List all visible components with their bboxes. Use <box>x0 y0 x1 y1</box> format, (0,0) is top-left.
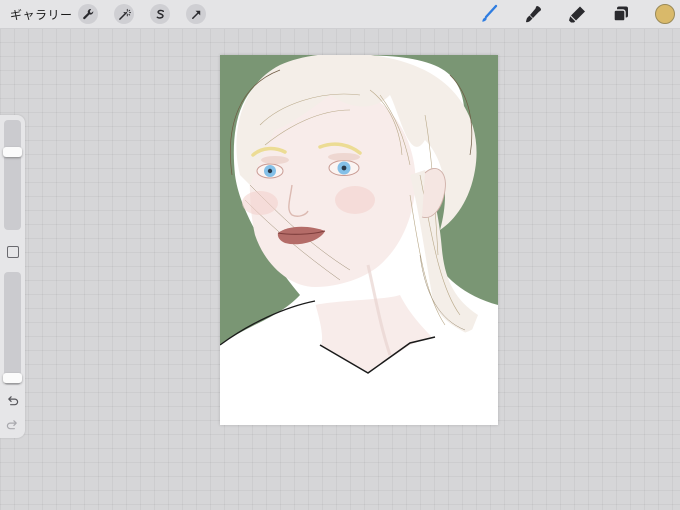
eraser-icon <box>569 6 585 23</box>
smudge-icon <box>526 6 541 23</box>
opacity-slider-handle[interactable] <box>3 372 22 383</box>
selection-button[interactable] <box>150 4 170 24</box>
layers-icon <box>613 6 628 22</box>
wrench-icon <box>82 8 93 19</box>
color-picker-button[interactable] <box>655 4 675 24</box>
redo-button[interactable] <box>6 418 19 431</box>
magic-wand-icon <box>118 8 131 20</box>
brush-icon <box>482 4 498 22</box>
drawing-canvas[interactable] <box>220 55 498 425</box>
undo-button[interactable] <box>6 394 19 407</box>
brush-size-slider-handle[interactable] <box>3 147 22 157</box>
actions-button[interactable] <box>78 4 98 24</box>
modify-button[interactable] <box>7 246 19 258</box>
top-toolbar: ギャラリー <box>0 0 680 29</box>
smudge-button[interactable] <box>523 3 545 25</box>
transform-arrow-icon <box>191 10 200 19</box>
transform-button[interactable] <box>186 4 206 24</box>
layers-button[interactable] <box>610 3 632 25</box>
eraser-button[interactable] <box>566 3 588 25</box>
left-sidebar <box>0 115 25 438</box>
opacity-slider[interactable] <box>4 272 21 385</box>
brush-size-slider[interactable] <box>4 120 21 230</box>
gallery-button[interactable]: ギャラリー <box>10 6 73 23</box>
artwork-portrait <box>220 55 498 425</box>
adjustments-button[interactable] <box>114 4 134 24</box>
brush-button[interactable] <box>478 3 500 25</box>
selection-icon <box>156 9 164 19</box>
